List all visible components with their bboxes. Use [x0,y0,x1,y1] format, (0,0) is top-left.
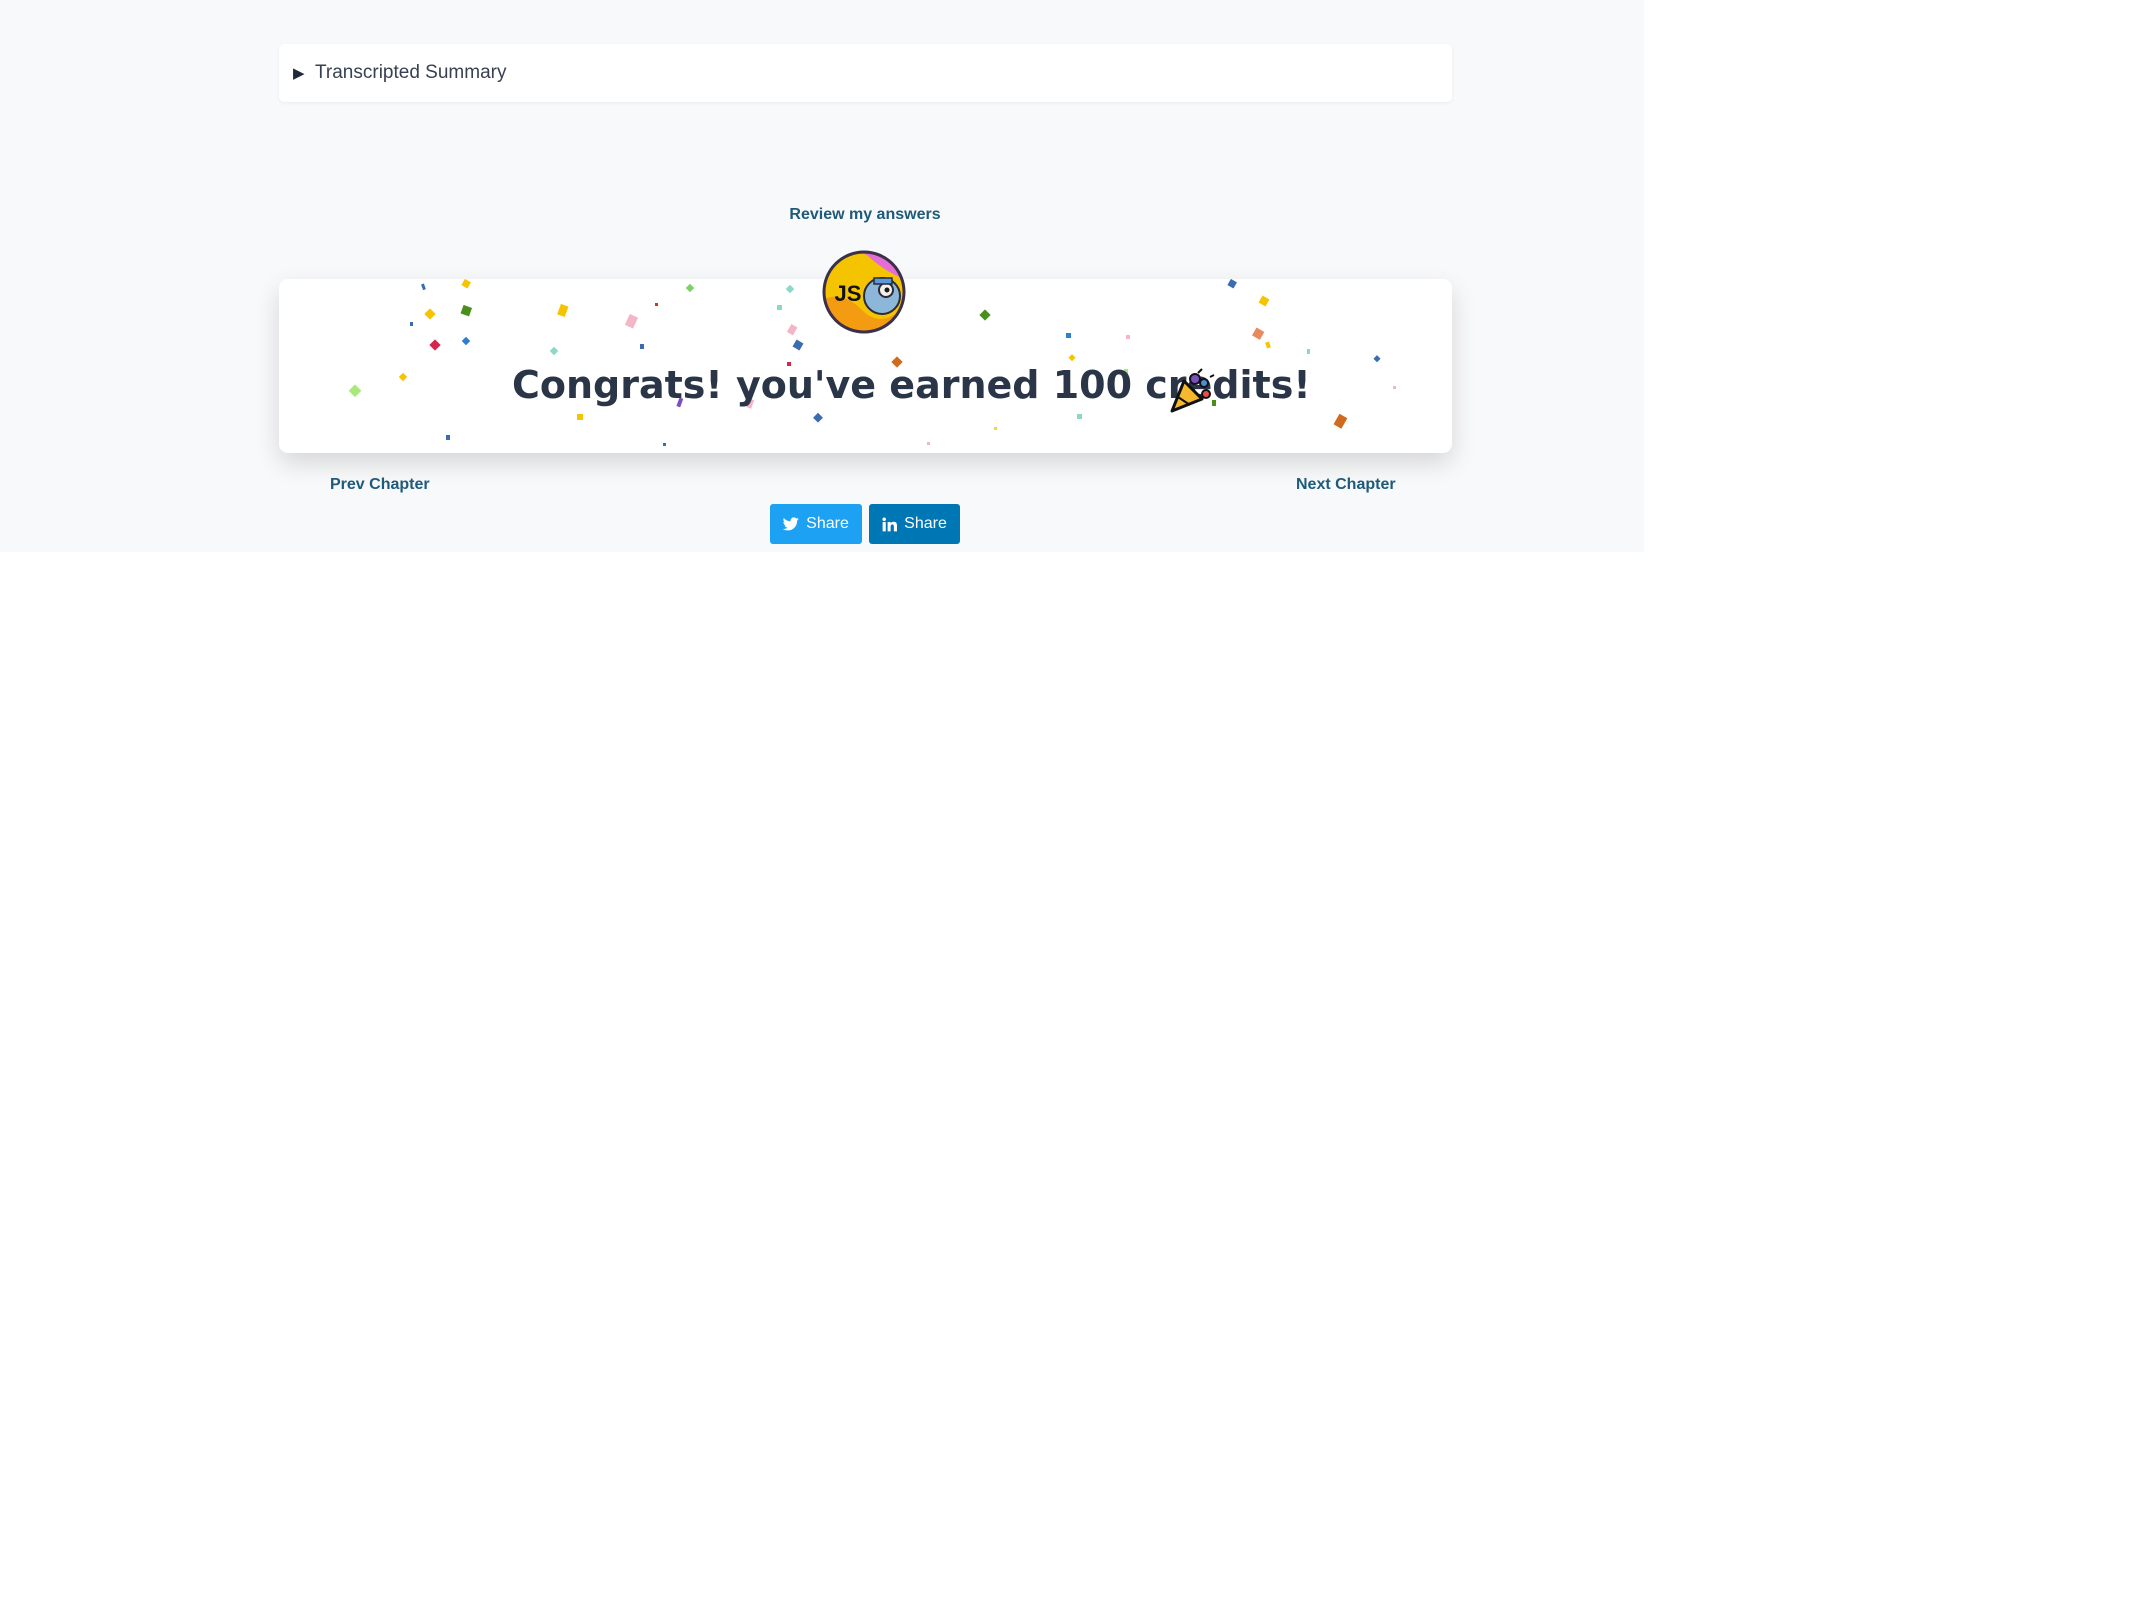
prev-chapter-link[interactable]: Prev Chapter [330,476,430,494]
linkedin-share-label: Share [904,515,947,532]
next-chapter-link[interactable]: Next Chapter [1296,476,1396,494]
twitter-icon [783,517,799,531]
badge-label: JS [835,281,862,306]
summary-label: Transcripted Summary [315,62,507,83]
triangle-right-icon: ▶ [293,65,305,82]
linkedin-share-button[interactable]: Share [869,504,960,544]
linkedin-icon [882,516,898,531]
twitter-share-button[interactable]: Share [770,504,862,544]
js-mascot-badge: JS [822,250,906,334]
twitter-share-label: Share [806,515,849,532]
party-popper-icon [1170,368,1215,413]
transcripted-summary-toggle[interactable]: ▶ Transcripted Summary [279,44,1452,102]
review-answers-link[interactable]: Review my answers [0,206,1730,224]
page-background: ▶ Transcripted Summary Review my answers [0,0,1644,552]
